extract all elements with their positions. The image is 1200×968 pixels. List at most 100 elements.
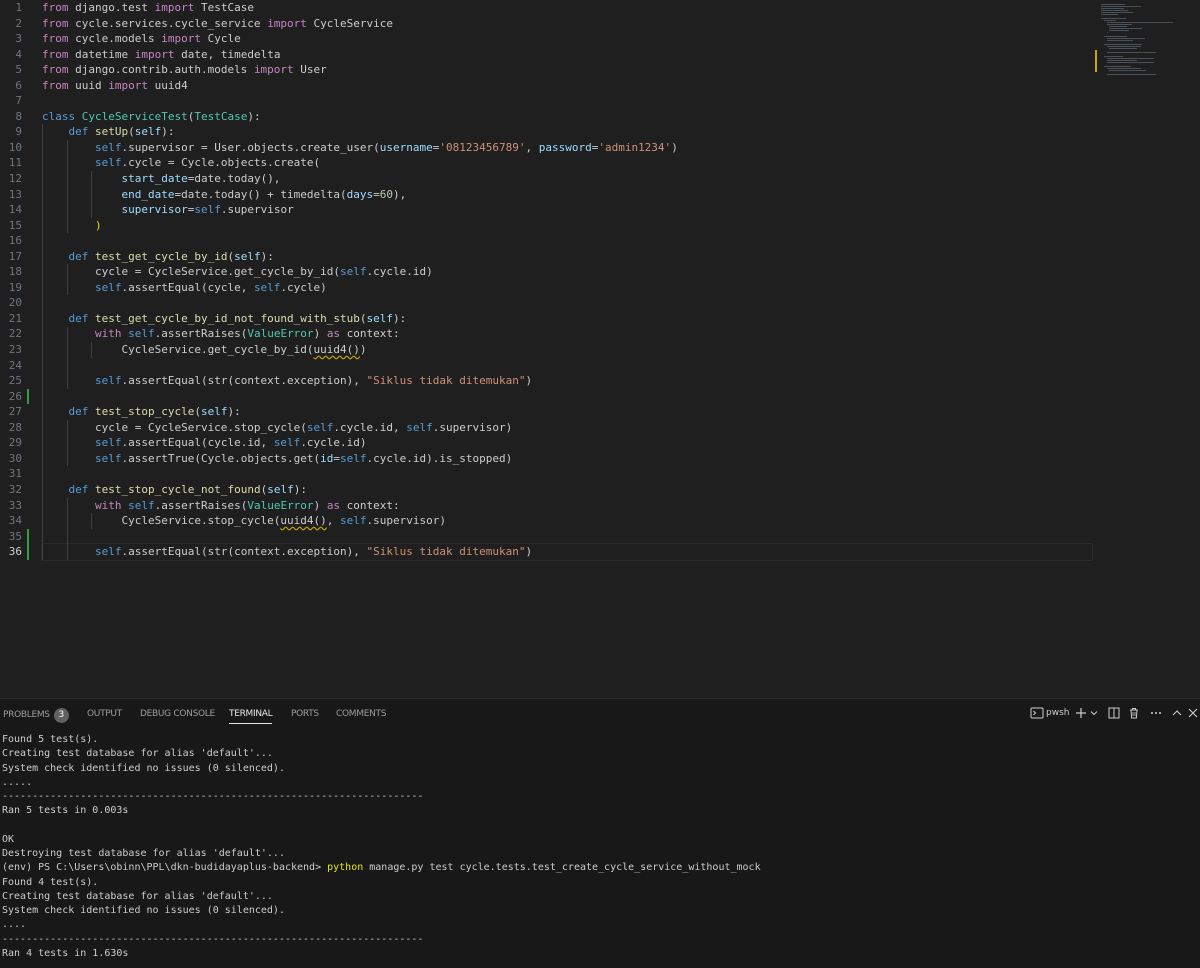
tab-terminal[interactable]: TERMINAL	[229, 708, 273, 724]
code-line[interactable]: def test_stop_cycle_not_found(self):	[42, 482, 1092, 498]
more-icon[interactable]	[1150, 706, 1162, 722]
code-line[interactable]	[42, 389, 1092, 405]
code-token: .cycle.id,	[333, 420, 407, 434]
tab-ports[interactable]: PORTS	[291, 708, 319, 724]
code-line[interactable]: end_date=date.today() + timedelta(days=6…	[42, 187, 1092, 203]
code-line[interactable]: with self.assertRaises(ValueError) as co…	[42, 326, 1092, 342]
code-line[interactable]: cycle = CycleService.get_cycle_by_id(sel…	[42, 264, 1092, 280]
tab-output[interactable]: OUTPUT	[87, 708, 122, 724]
code-line[interactable]: start_date=date.today(),	[42, 171, 1092, 187]
tab-comments[interactable]: COMMENTS	[336, 708, 386, 724]
code-token: )	[313, 498, 327, 512]
code-line[interactable]: self.cycle = Cycle.objects.create(	[42, 155, 1092, 171]
tab-debug-console[interactable]: DEBUG CONSOLE	[140, 708, 215, 724]
shell-name[interactable]: pwsh	[1046, 708, 1069, 718]
code-token: self	[94, 545, 122, 559]
code-token: CycleService	[306, 16, 394, 30]
warning-squiggle-token: uuid4()	[280, 514, 327, 528]
code-line[interactable]: self.assertEqual(cycle.id, self.cycle.id…	[42, 435, 1092, 451]
chevron-down-icon[interactable]	[1090, 706, 1098, 722]
code-token: test_get_cycle_by_id_not_found_with_stub	[95, 311, 360, 325]
code-token: self	[253, 280, 281, 294]
code-line[interactable]	[42, 233, 1092, 249]
code-line[interactable]: def test_stop_cycle(self):	[42, 404, 1092, 420]
line-number: 17	[8, 249, 22, 263]
indent-guide	[91, 342, 92, 358]
terminal-line: Ran 4 tests in 1.630s	[2, 947, 129, 959]
code-line[interactable]: from cycle.models import Cycle	[42, 31, 1092, 47]
line-number: 6	[15, 78, 22, 92]
line-number: 8	[15, 109, 22, 123]
code-editor[interactable]: 1 2 3 4 5 6 7 8 9 10 11 12 13 14 15 16 17 18 19 20 21 22 23 24 2…	[0, 0, 1200, 698]
code-line[interactable]	[42, 358, 1092, 374]
code-token: .assertEqual(str(context.exception),	[121, 545, 367, 559]
line-number: 10	[8, 140, 22, 154]
code-token: with	[94, 498, 122, 512]
code-token: start_date	[121, 172, 188, 186]
line-number: 24	[8, 358, 22, 372]
code-token: end_date	[121, 187, 175, 201]
line-number: 30	[8, 451, 22, 465]
line-number: 11	[8, 156, 22, 170]
code-line[interactable]: CycleService.stop_cycle(uuid4(), self.su…	[42, 513, 1092, 529]
code-token: password	[538, 140, 592, 154]
code-line[interactable]: from django.test import TestCase	[42, 0, 1092, 16]
minimap[interactable]	[1095, 0, 1195, 90]
terminal-output[interactable]: Found 5 test(s). Creating test database f…	[2, 733, 1198, 961]
code-line[interactable]: self.supervisor = User.objects.create_us…	[42, 140, 1092, 156]
code-token: self	[406, 420, 433, 434]
terminal-icon[interactable]	[1030, 706, 1044, 722]
code-line[interactable]	[42, 93, 1092, 109]
code-line[interactable]: CycleService.get_cycle_by_id(uuid4())	[42, 342, 1092, 358]
indent-guide	[67, 264, 68, 296]
indent-guide	[67, 326, 68, 389]
code-line[interactable]: )	[42, 218, 1092, 234]
code-line[interactable]: supervisor=self.supervisor	[42, 202, 1092, 218]
code-line[interactable]: from django.contrib.auth.models import U…	[42, 62, 1092, 78]
code-line[interactable]: def setUp(self):	[42, 124, 1092, 140]
code-line[interactable]: self.assertEqual(str(context.exception),…	[41, 543, 1093, 561]
code-line[interactable]	[42, 529, 1092, 545]
code-area[interactable]: from django.test import TestCase from cyc…	[41, 0, 1093, 561]
chevron-up-icon[interactable]	[1171, 706, 1183, 722]
code-line[interactable]: self.assertTrue(Cycle.objects.get(id=sel…	[42, 451, 1092, 467]
minimap-line	[1103, 56, 1124, 57]
code-line[interactable]: from datetime import date, timedelta	[42, 47, 1092, 63]
close-icon[interactable]	[1187, 706, 1199, 722]
panel-tab-bar: PROBLEMS 3 OUTPUT DEBUG CONSOLE TERMINAL …	[0, 699, 1200, 729]
split-icon[interactable]	[1108, 706, 1120, 722]
minimap-line	[1109, 28, 1142, 29]
code-token: uuid4	[148, 78, 188, 92]
code-token: Cycle	[200, 32, 241, 46]
code-line[interactable]: def test_get_cycle_by_id(self):	[42, 249, 1092, 265]
plus-icon[interactable]	[1075, 706, 1087, 722]
code-line[interactable]: from uuid import uuid4	[42, 78, 1092, 94]
indent-guide	[91, 513, 92, 529]
minimap-line	[1101, 6, 1141, 7]
tab-problems[interactable]: PROBLEMS 3	[3, 708, 69, 724]
code-line[interactable]: self.assertEqual(str(context.exception),…	[42, 373, 1092, 389]
code-token: ):	[161, 125, 175, 139]
code-token: self	[128, 498, 155, 512]
trash-icon[interactable]	[1128, 706, 1140, 722]
code-token: self	[340, 451, 367, 465]
code-token: def	[68, 125, 89, 139]
code-line[interactable]	[42, 295, 1092, 311]
code-line[interactable]: from cycle.services.cycle_service import…	[42, 16, 1092, 32]
code-line[interactable]: def test_get_cycle_by_id_not_found_with_…	[42, 311, 1092, 327]
code-token: .cycle.id)	[366, 265, 433, 279]
code-line[interactable]: self.assertEqual(cycle, self.cycle)	[42, 280, 1092, 296]
code-line[interactable]	[42, 466, 1092, 482]
code-line[interactable]: cycle = CycleService.stop_cycle(self.cyc…	[42, 420, 1092, 436]
code-line[interactable]: with self.assertRaises(ValueError) as co…	[42, 498, 1092, 514]
code-token: def	[68, 249, 89, 263]
line-number: 22	[8, 327, 22, 341]
code-token: with	[94, 327, 122, 341]
minimap-line	[1101, 12, 1134, 13]
code-token: )	[671, 140, 678, 154]
terminal-line: Found 5 test(s).	[2, 734, 99, 745]
code-line[interactable]: class CycleServiceTest(TestCase):	[42, 109, 1092, 125]
